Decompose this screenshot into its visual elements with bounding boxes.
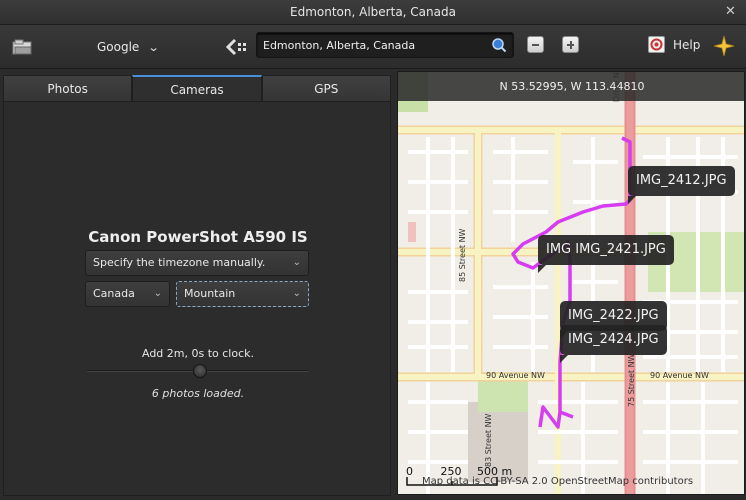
chevron-down-icon: ⌄ <box>153 288 162 299</box>
help-label[interactable]: Help <box>673 38 700 52</box>
map-attribution: Map data is CC-BY-SA 2.0 OpenStreetMap c… <box>422 476 694 487</box>
street-label: 90 Avenue NW <box>650 371 709 380</box>
timezone-value: Mountain <box>184 287 236 300</box>
photos-loaded-status: 6 photos loaded. <box>151 387 245 400</box>
tab-gps[interactable]: GPS <box>261 75 391 102</box>
clock-offset-label: Add 2m, 0s to clock. <box>141 347 254 360</box>
cameras-panel: Canon PowerShot A590 IS Specify the time… <box>3 101 391 496</box>
street-label: 85 Street NW <box>458 228 467 282</box>
zoom-out-button[interactable] <box>527 36 544 53</box>
star-icon[interactable] <box>713 35 735 60</box>
map-coordinates: N 53.52995, W 113.44810 <box>398 72 744 101</box>
tab-photos[interactable]: Photos <box>3 75 133 102</box>
minus-icon <box>532 44 539 46</box>
chevron-down-icon: ⌄ <box>147 40 160 54</box>
window-titlebar: Edmonton, Alberta, Canada ✕ <box>0 0 746 25</box>
zoom-in-button[interactable] <box>562 36 579 53</box>
timezone-mode-value: Specify the timezone manually. <box>93 256 266 269</box>
search-icon[interactable] <box>491 37 507 56</box>
tab-bar: Photos Cameras GPS <box>3 75 391 102</box>
photo-marker[interactable]: IMG_2412.JPG <box>628 166 735 204</box>
camera-name: Canon PowerShot A590 IS <box>88 228 308 246</box>
search-field[interactable] <box>256 32 514 58</box>
street-label: Drive NW <box>612 71 621 102</box>
street-label: 75 Street NW <box>627 353 636 407</box>
country-value: Canada <box>93 287 135 300</box>
map-tiles <box>398 72 744 494</box>
map-provider-select[interactable]: Google ⌄ <box>97 25 160 69</box>
tab-cameras[interactable]: Cameras <box>132 75 262 102</box>
go-back-icon[interactable] <box>226 25 248 69</box>
close-icon[interactable]: ✕ <box>723 5 738 20</box>
chevron-down-icon: ⌄ <box>292 257 301 268</box>
timezone-mode-select[interactable]: Specify the timezone manually. ⌄ <box>85 250 309 276</box>
photo-marker[interactable]: IMG_2424.JPG <box>560 325 667 363</box>
photo-marker[interactable]: IMG IMG_2421.JPG <box>538 235 674 273</box>
left-panel: Photos Cameras GPS Canon PowerShot A590 … <box>0 70 394 500</box>
clock-offset-slider-handle[interactable] <box>193 364 207 378</box>
timezone-select[interactable]: Mountain ⌄ <box>176 281 309 307</box>
search-input[interactable] <box>263 33 483 57</box>
map-view[interactable]: N 53.52995, W 113.44810 Drive NW 85 Stre… <box>397 71 745 495</box>
map-provider-label: Google <box>97 40 140 54</box>
open-folder-icon[interactable] <box>12 25 34 69</box>
chevron-down-icon: ⌄ <box>292 288 301 299</box>
street-label: 90 Avenue NW <box>486 371 545 380</box>
help-icon[interactable] <box>648 36 665 53</box>
street-label: 83 Street NW <box>484 413 493 467</box>
country-select[interactable]: Canada ⌄ <box>85 281 170 307</box>
window-title: Edmonton, Alberta, Canada <box>290 5 456 19</box>
